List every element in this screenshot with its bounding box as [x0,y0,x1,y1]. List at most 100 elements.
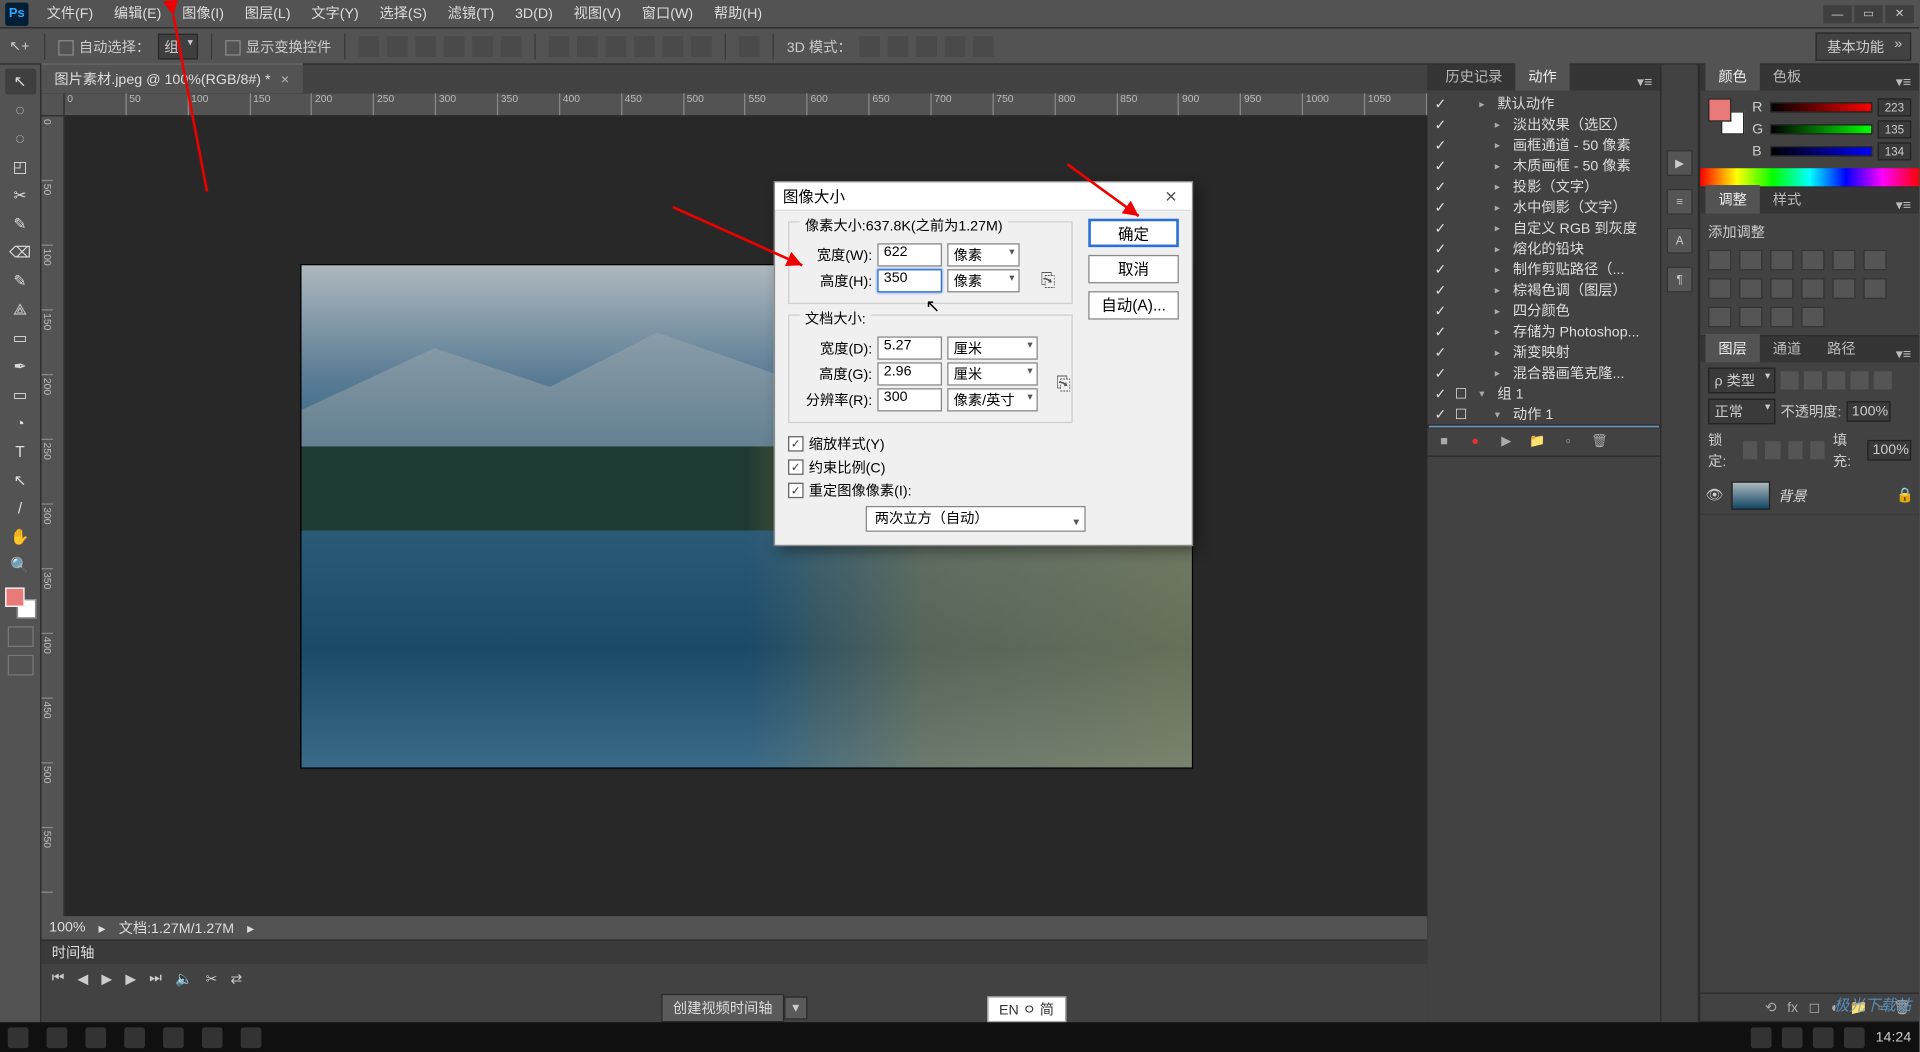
tab-styles[interactable]: 样式 [1760,185,1814,213]
width-input[interactable]: 622 [877,243,942,266]
status-arrow-icon[interactable]: ▸ [247,919,254,936]
adjustment-icon[interactable] [1739,250,1762,271]
dialog-check-icon[interactable]: ☐ [1453,406,1469,423]
lock-icon[interactable] [1765,441,1780,459]
menu-3d[interactable]: 3D(D) [505,0,564,28]
filter-icon[interactable] [1827,371,1845,389]
expand-icon[interactable]: ▸ [1495,160,1508,172]
action-row[interactable]: ✓▸默认动作 [1427,93,1660,114]
adjustment-icon[interactable] [1801,250,1824,271]
taskbar-app-icon[interactable] [47,1027,68,1048]
workspace-switcher[interactable]: 基本功能 [1815,32,1911,60]
align-icon[interactable] [472,36,493,57]
healing-tool[interactable]: ✎ [5,211,36,237]
expand-icon[interactable]: ▸ [1495,139,1508,151]
menu-select[interactable]: 选择(S) [369,0,437,28]
toggle-check-icon[interactable]: ✓ [1434,426,1450,427]
stamp-tool[interactable]: ✎ [5,268,36,294]
tab-layers[interactable]: 图层 [1705,334,1759,362]
expand-icon[interactable]: ▸ [1495,346,1508,358]
panel-menu-icon[interactable]: ▾≡ [1888,197,1919,214]
doc-size[interactable]: 文档:1.27M/1.27M [119,917,235,938]
filter-icon[interactable] [1850,371,1868,389]
layer-filter-kind[interactable]: ρ 类型 [1708,367,1775,393]
taskbar-app-icon[interactable] [241,1027,262,1048]
align-icon[interactable] [358,36,379,57]
action-row[interactable]: ✓▸画框通道 - 50 像素 [1427,135,1660,156]
expand-icon[interactable]: ▸ [1495,325,1508,337]
visibility-icon[interactable]: 👁 [1705,487,1723,504]
adjustment-icon[interactable] [1863,250,1886,271]
adjustment-icon[interactable] [1832,278,1855,299]
mask-icon[interactable]: ◻ [1809,999,1821,1016]
panel-menu-icon[interactable]: ▾≡ [1888,74,1919,91]
width-unit-dropdown[interactable]: 像素 [947,243,1019,266]
expand-icon[interactable]: ▾ [1479,388,1492,400]
adjustment-icon[interactable] [1770,307,1793,328]
action-row[interactable]: ✓▸四分颜色 [1427,300,1660,321]
expand-icon[interactable]: ▸ [1495,118,1508,130]
distribute-icon[interactable] [606,36,627,57]
eyedropper-tool[interactable]: ✂ [5,182,36,208]
quick-mask-toggle[interactable] [7,626,33,647]
toggle-check-icon[interactable]: ✓ [1432,178,1448,195]
prev-frame-icon[interactable]: ◀ [78,970,89,987]
tab-paths[interactable]: 路径 [1814,334,1868,362]
filter-icon[interactable] [1781,371,1799,389]
auto-button[interactable]: 自动(A)... [1088,291,1179,319]
action-row[interactable]: ✓▸淡出效果（选区） [1427,114,1660,135]
close-button[interactable]: ✕ [1885,5,1913,23]
resolution-input[interactable]: 300 [877,388,942,411]
crop-tool[interactable]: ◰ [5,154,36,180]
link-layers-icon[interactable]: ⟲ [1765,999,1777,1016]
action-row[interactable]: ✓☐▾动作 1 [1427,404,1660,425]
delete-icon[interactable]: 🗑 [1590,433,1608,451]
menu-edit[interactable]: 编辑(E) [104,0,172,28]
toggle-check-icon[interactable]: ✓ [1432,116,1448,133]
adjustment-icon[interactable] [1770,278,1793,299]
move-tool[interactable]: ↖ [5,69,36,95]
menu-filter[interactable]: 滤镜(T) [437,0,504,28]
dock-icon[interactable]: ≡ [1667,189,1693,215]
shape-tool[interactable]: ✋ [5,524,36,550]
action-row[interactable]: ✓☐▾组 1 [1427,383,1660,404]
panel-menu-icon[interactable]: ▾≡ [1888,345,1919,362]
action-row[interactable]: ✓▸混合器画笔克隆... [1427,362,1660,383]
start-button[interactable] [8,1027,29,1048]
expand-icon[interactable]: ▸ [1479,98,1492,110]
action-row[interactable]: ✓▸熔化的铅块 [1427,238,1660,259]
constrain-checkbox[interactable]: ✓约束比例(C) [788,457,1179,478]
align-icon[interactable] [501,36,522,57]
tray-icon[interactable] [1845,1027,1866,1048]
toggle-check-icon[interactable]: ✓ [1432,281,1448,298]
ok-button[interactable]: 确定 [1088,219,1179,247]
create-timeline-button[interactable]: 创建视频时间轴 [661,993,784,1021]
adjustment-icon[interactable] [1801,307,1824,328]
link-icon[interactable]: ⎘ [1055,353,1073,413]
toggle-check-icon[interactable]: ✓ [1432,261,1448,278]
resample-checkbox[interactable]: ✓重定图像像素(I): [788,480,1179,501]
toggle-check-icon[interactable]: ✓ [1432,157,1448,174]
dialog-close-icon[interactable]: ✕ [1158,187,1184,205]
tab-swatches[interactable]: 色板 [1760,62,1814,90]
expand-icon[interactable]: ▸ [1495,222,1508,234]
tab-actions[interactable]: 动作 [1515,62,1569,90]
layer-row[interactable]: 👁 背景 🔒 [1700,476,1919,515]
filter-icon[interactable] [1874,371,1892,389]
dialog-check-icon[interactable]: ☐ [1454,426,1470,427]
new-action-icon[interactable]: ▫ [1559,433,1577,451]
action-row[interactable]: ✓▸渐变映射 [1427,342,1660,363]
taskbar-app-icon[interactable] [163,1027,184,1048]
opacity-value[interactable]: 100% [1847,401,1891,422]
resolution-unit-dropdown[interactable]: 像素/英寸 [947,388,1038,411]
expand-icon[interactable]: ▸ [1495,201,1508,213]
adjustment-icon[interactable] [1739,307,1762,328]
mode-3d-icon[interactable] [916,36,937,57]
fill-value[interactable]: 100% [1867,440,1911,461]
record-icon[interactable]: ● [1466,433,1484,451]
gradient-tool[interactable]: ✒ [5,353,36,379]
menu-file[interactable]: 文件(F) [36,0,103,28]
toggle-check-icon[interactable]: ✓ [1432,199,1448,216]
menu-image[interactable]: 图像(I) [172,0,235,28]
tab-channels[interactable]: 通道 [1760,334,1814,362]
